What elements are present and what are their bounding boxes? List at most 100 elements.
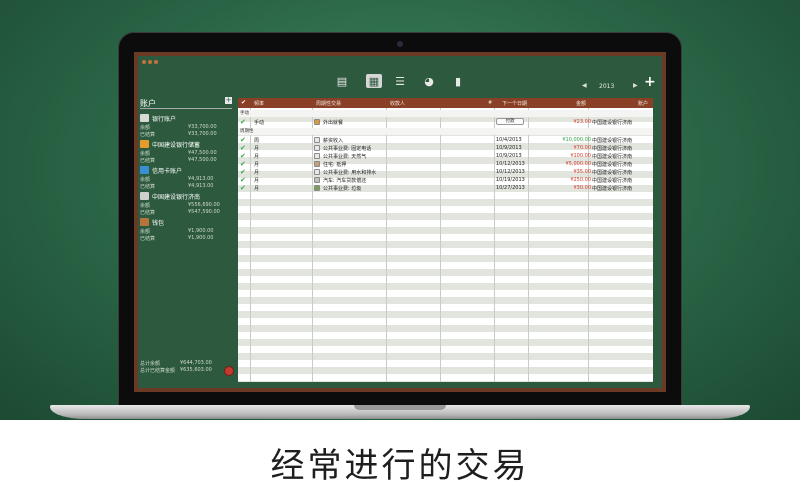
account-cleared-label: 已结算 bbox=[140, 184, 156, 190]
check-icon[interactable]: ✔ bbox=[240, 168, 246, 176]
check-icon[interactable]: ✔ bbox=[240, 144, 246, 152]
table-row[interactable]: ✔ 月 公共事业费: 垃圾 10/27/2013 ¥30.00 中国建设银行济南 bbox=[238, 184, 653, 192]
check-icon[interactable]: ✔ bbox=[240, 136, 246, 144]
account-icon bbox=[140, 114, 149, 122]
row-description: 外出就餐 bbox=[323, 120, 344, 126]
check-icon[interactable]: ✔ bbox=[240, 160, 246, 168]
list-view-icon[interactable]: ▤ bbox=[334, 74, 350, 88]
account-balance-value: ¥556,690.00 bbox=[188, 202, 220, 208]
account-cleared-value: ¥1,900.00 bbox=[188, 235, 214, 241]
row-description: 薪资收入 bbox=[323, 138, 344, 144]
row-description: 公共事业费: 垃圾 bbox=[323, 186, 362, 192]
row-account: 中国建设银行济南 bbox=[592, 138, 633, 144]
check-icon[interactable]: ✔ bbox=[240, 184, 246, 192]
add-transaction-button[interactable]: + bbox=[644, 74, 656, 90]
account-cleared-value: ¥4,913.00 bbox=[188, 183, 214, 189]
category-icon bbox=[314, 185, 320, 191]
row-account: 中国建设银行济南 bbox=[592, 146, 633, 152]
table-row[interactable]: ✔ 月 公共事业费: 用水和排水 10/12/2013 ¥35.00 中国建设银行济南 bbox=[238, 168, 653, 176]
row-account: 中国建设银行济南 bbox=[592, 120, 633, 126]
account-balance: 余额 ¥4,913.00 bbox=[140, 176, 213, 183]
total-cleared-label: 总计已结算金额 bbox=[140, 368, 176, 374]
account-balance-value: ¥47,500.00 bbox=[188, 150, 217, 156]
sidebar-divider bbox=[140, 108, 232, 109]
account-name: 银行账户 bbox=[152, 116, 177, 123]
camera-icon bbox=[397, 41, 403, 47]
row-description: 公共事业费: 天然气 bbox=[323, 154, 367, 160]
check-icon[interactable]: ✔ bbox=[240, 152, 246, 160]
account-icon bbox=[140, 166, 149, 174]
column-frequency[interactable]: 频率 bbox=[254, 100, 264, 107]
account-balance: 余额 ¥33,700.00 bbox=[140, 124, 217, 131]
account-cleared-label: 已结算 bbox=[140, 158, 156, 164]
account-cleared-value: ¥547,590.00 bbox=[188, 209, 220, 215]
apple-icon[interactable] bbox=[224, 366, 234, 376]
account-name: 中国建设银行济南 bbox=[152, 194, 201, 201]
year-label: 2013 bbox=[599, 83, 615, 90]
account-balance-value: ¥33,700.00 bbox=[188, 124, 217, 130]
section-manual: 手动 bbox=[238, 110, 653, 117]
section-recurring: 周期性 bbox=[238, 128, 653, 135]
recurring-view-icon[interactable]: ▦ bbox=[366, 74, 382, 88]
row-frequency: 月 bbox=[254, 186, 260, 192]
account-balance-value: ¥1,900.00 bbox=[188, 228, 214, 234]
total-cleared-value: ¥635,603.00 bbox=[180, 367, 212, 373]
column-next-date[interactable]: 下一个日期 bbox=[502, 100, 527, 107]
row-account: 中国建设银行济南 bbox=[592, 178, 633, 184]
toolbar: ▤ ▦ ☰ ◕ ▮ ◀ 2013 ▶ + bbox=[138, 56, 662, 92]
row-next-date: 10/12/2013 bbox=[496, 169, 525, 175]
column-description[interactable]: 周期性交易 bbox=[316, 100, 341, 107]
account-icon bbox=[140, 192, 149, 200]
row-next-date: 10/9/2013 bbox=[496, 153, 522, 159]
add-account-button[interactable]: + bbox=[225, 97, 232, 104]
table-row[interactable]: ✔ 手动 外出就餐 付款 ¥23.00 中国建设银行济南 bbox=[238, 118, 653, 126]
row-next-date: 10/9/2013 bbox=[496, 145, 522, 151]
account-cleared-label: 已结算 bbox=[140, 236, 156, 242]
row-next-date: 10/4/2013 bbox=[496, 137, 522, 143]
row-frequency: 月 bbox=[254, 178, 260, 184]
column-check[interactable]: ✔ bbox=[241, 99, 246, 106]
row-amount: ¥70.00 bbox=[573, 145, 592, 151]
table-row[interactable]: ✔ 月 公共事业费: 固定电话 10/9/2013 ¥70.00 中国建设银行济南 bbox=[238, 144, 653, 152]
category-icon bbox=[314, 161, 320, 167]
row-amount: ¥100.00 bbox=[570, 153, 591, 159]
account-cleared: 已结算 ¥33,700.00 bbox=[140, 131, 217, 138]
row-next-date: 10/27/2013 bbox=[496, 185, 525, 191]
column-payee[interactable]: 收款人 bbox=[390, 100, 405, 107]
check-icon[interactable]: ✔ bbox=[240, 176, 246, 184]
column-account[interactable]: 账户 bbox=[638, 100, 648, 107]
pie-chart-icon[interactable]: ◕ bbox=[421, 74, 437, 88]
table-row[interactable]: ✔ 月 汽车: 汽车贷款偿还 10/19/2013 ¥250.00 中国建设银行济南 bbox=[238, 176, 653, 184]
account-balance: 余额 ¥1,900.00 bbox=[140, 228, 213, 235]
laptop-notch bbox=[354, 405, 446, 410]
row-frequency: 月 bbox=[254, 162, 260, 168]
table-row[interactable]: ✔ 月 公共事业费: 天然气 10/9/2013 ¥100.00 中国建设银行济南 bbox=[238, 152, 653, 160]
account-icon bbox=[140, 140, 149, 148]
column-amount[interactable]: 金额 bbox=[576, 100, 586, 107]
total-balance-value: ¥644,703.00 bbox=[180, 360, 212, 366]
table-row[interactable]: ✔ 月 住宅: 抵押 10/12/2013 ¥5,000.00 中国建设银行济南 bbox=[238, 160, 653, 168]
row-description: 公共事业费: 固定电话 bbox=[323, 146, 372, 152]
account-balance-value: ¥4,913.00 bbox=[188, 176, 214, 182]
check-icon[interactable]: ✔ bbox=[240, 118, 246, 126]
pay-button[interactable]: 付款 bbox=[496, 118, 524, 125]
summary-view-icon[interactable]: ☰ bbox=[392, 74, 408, 88]
account-name: 中国建设银行储蓄 bbox=[152, 142, 201, 149]
account-cleared-value: ¥33,700.00 bbox=[188, 131, 217, 137]
column-number[interactable]: # bbox=[488, 100, 492, 106]
account-icon bbox=[140, 218, 149, 226]
account-name: 钱包 bbox=[152, 220, 165, 227]
account-balance: 余额 ¥556,690.00 bbox=[140, 202, 220, 209]
table-row[interactable]: ✔ 周 薪资收入 10/4/2013 ¥10,000.00 中国建设银行济南 bbox=[238, 136, 653, 144]
previous-year-button[interactable]: ◀ bbox=[582, 82, 587, 89]
row-account: 中国建设银行济南 bbox=[592, 186, 633, 192]
recurring-transactions-table: ✔ 频率 周期性交易 收款人 # 下一个日期 金额 账户 手动 ✔ 手动 外出就餐付… bbox=[238, 98, 653, 382]
row-next-date: 10/12/2013 bbox=[496, 161, 525, 167]
account-balance: 余额 ¥47,500.00 bbox=[140, 150, 217, 157]
row-amount: ¥30.00 bbox=[573, 185, 592, 191]
bar-chart-icon[interactable]: ▮ bbox=[450, 74, 466, 88]
next-year-button[interactable]: ▶ bbox=[633, 82, 638, 89]
row-amount: ¥5,000.00 bbox=[565, 161, 591, 167]
row-frequency: 周 bbox=[254, 138, 260, 144]
account-cleared: 已结算 ¥1,900.00 bbox=[140, 235, 213, 242]
